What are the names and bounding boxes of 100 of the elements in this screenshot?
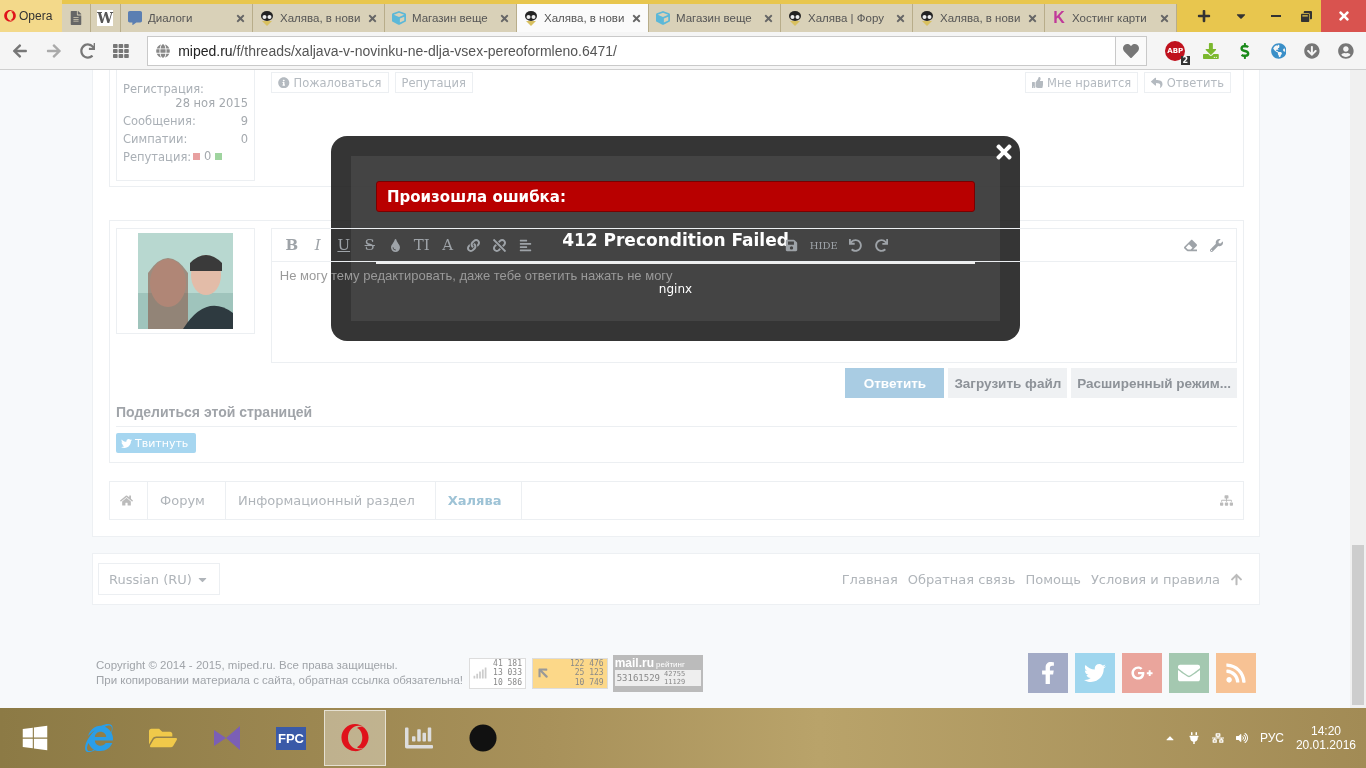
error-heading: Произошла ошибка:: [376, 181, 975, 212]
copyright-text: Copyright © 2014 - 2015, miped.ru. Все права защищены.: [96, 658, 399, 673]
close-icon[interactable]: [1159, 12, 1170, 24]
disc-icon: [469, 724, 497, 752]
close-icon[interactable]: [631, 12, 642, 24]
link-icon[interactable]: [467, 238, 481, 252]
browser-tab[interactable]: Халява, в нови: [253, 4, 385, 32]
downloads-icon[interactable]: [1304, 42, 1321, 59]
browser-tab[interactable]: Халява, в нови: [913, 4, 1045, 32]
message-text: Не могу тему редактировать, даже тебе ответить нажать не могу: [279, 268, 673, 283]
clock[interactable]: 14:20 20.01.2016: [1295, 724, 1356, 752]
copyright-text: При копировании материала с сайта, обратная ссылка обязательна!: [96, 673, 464, 688]
post-action-button[interactable]: Мне нравится: [1024, 72, 1139, 93]
footer-link[interactable]: Условия и правила: [1090, 571, 1220, 587]
reload-icon[interactable]: [79, 42, 96, 59]
post-action-button[interactable]: Репутация: [394, 72, 473, 93]
taskbar-button[interactable]: [324, 710, 386, 766]
opera-menu-button[interactable]: Opera: [0, 0, 62, 32]
info-value: 0: [204, 149, 212, 163]
restore-icon: [1300, 10, 1312, 22]
breadcrumb-link[interactable]: Форум: [148, 482, 226, 519]
browser-tab[interactable]: Диалоги: [121, 4, 253, 32]
format-button[interactable]: S: [361, 235, 378, 255]
account-icon[interactable]: [1338, 42, 1354, 59]
close-icon[interactable]: [763, 12, 774, 24]
format-button[interactable]: B: [283, 235, 300, 255]
close-icon[interactable]: [367, 12, 378, 24]
reply-button[interactable]: Расширенный режим...: [1071, 368, 1237, 398]
post-action-button[interactable]: Пожаловаться: [271, 72, 389, 93]
visit-counter: 122 476 25 123 10 749: [531, 657, 608, 689]
drop-icon[interactable]: [389, 238, 403, 252]
heart-icon: [1123, 42, 1140, 59]
plug-icon[interactable]: [1187, 732, 1200, 744]
browser-tab[interactable]: Магазин веще: [649, 4, 781, 32]
facebook-button[interactable]: [1028, 653, 1068, 693]
browser-tab[interactable]: Халява | Фору: [781, 4, 913, 32]
rss-icon: [1225, 662, 1247, 684]
back-icon[interactable]: [12, 42, 28, 59]
language-indicator[interactable]: РУС: [1259, 731, 1284, 745]
wrench-icon[interactable]: [1209, 238, 1223, 252]
reply-button[interactable]: Загрузить файл: [948, 368, 1068, 398]
chat-icon: [127, 10, 143, 26]
document-icon: [68, 10, 84, 26]
format-button[interactable]: I: [309, 235, 326, 255]
browser-tab[interactable]: K Хостинг карти: [1045, 4, 1177, 32]
forward-icon[interactable]: [45, 42, 62, 59]
reply-button[interactable]: Ответить: [845, 368, 945, 398]
align-icon[interactable]: [519, 238, 533, 252]
format-button[interactable]: A: [439, 235, 456, 255]
volume-icon[interactable]: [1235, 732, 1248, 744]
address-field[interactable]: miped.ru/f/threads/xaljava-v-novinku-ne-dlja-vsex-pereoformleno.6471/: [147, 35, 1116, 66]
download-icon[interactable]: [1203, 42, 1219, 59]
mascot-icon: [523, 10, 539, 26]
info-label: Регистрация:: [123, 82, 205, 96]
globe-icon[interactable]: [1270, 42, 1287, 59]
info-value: 9: [240, 114, 248, 128]
browser-tab[interactable]: W: [91, 4, 121, 32]
minus-icon[interactable]: [193, 152, 200, 160]
format-button[interactable]: TI: [413, 235, 430, 255]
k-logo: K: [1052, 10, 1066, 26]
footer-link[interactable]: Помощь: [1025, 571, 1081, 587]
cube-icon: [391, 10, 407, 26]
grid-icon[interactable]: [113, 42, 130, 59]
browser-tab[interactable]: [62, 4, 91, 32]
close-icon: [1336, 9, 1351, 23]
eraser-icon[interactable]: [1183, 238, 1197, 252]
breadcrumb-link[interactable]: Информационный раздел: [225, 482, 436, 519]
opera-icon: [341, 724, 369, 752]
format-button[interactable]: U: [335, 235, 352, 255]
server-name: nginx: [658, 282, 693, 296]
bookmark-button[interactable]: [1115, 35, 1148, 66]
redo-icon[interactable]: [875, 238, 889, 252]
undo-icon[interactable]: [849, 238, 863, 252]
error-title: 412 Precondition Failed: [562, 230, 789, 250]
google-plus-button[interactable]: [1122, 653, 1162, 693]
network-icon[interactable]: [1211, 732, 1224, 744]
cube-icon: [655, 10, 671, 26]
bars-icon: [473, 666, 488, 680]
format-button[interactable]: HIDE: [809, 235, 838, 255]
close-icon[interactable]: [895, 12, 906, 24]
visit-counter: 41 181 13 033 10 586: [469, 657, 526, 689]
info-label: Репутация:: [123, 150, 192, 164]
language-select[interactable]: Russian (RU): [98, 563, 220, 595]
scrollbar-thumb[interactable]: [1352, 545, 1364, 705]
close-icon[interactable]: [499, 12, 510, 24]
close-icon[interactable]: [235, 12, 246, 24]
browser-tab[interactable]: Халява, в нови: [517, 4, 649, 32]
taskbar-button[interactable]: FPC: [260, 710, 322, 766]
opera-icon: [4, 10, 16, 22]
info-value: 28 ноя 2015: [175, 96, 248, 110]
close-icon[interactable]: [1027, 12, 1038, 24]
footer-link[interactable]: Обратная связь: [907, 571, 1016, 587]
post-action-button[interactable]: Ответить: [1144, 72, 1231, 93]
thumbs-up-icon: [1031, 76, 1043, 89]
footer-link[interactable]: Главная: [841, 571, 898, 587]
unlink-icon[interactable]: [493, 238, 507, 252]
reply-icon: [1151, 76, 1163, 89]
breadcrumb-link[interactable]: Халява: [435, 482, 523, 519]
browser-tab[interactable]: Магазин веще: [385, 4, 517, 32]
pascal-logo: FPC: [276, 726, 306, 750]
